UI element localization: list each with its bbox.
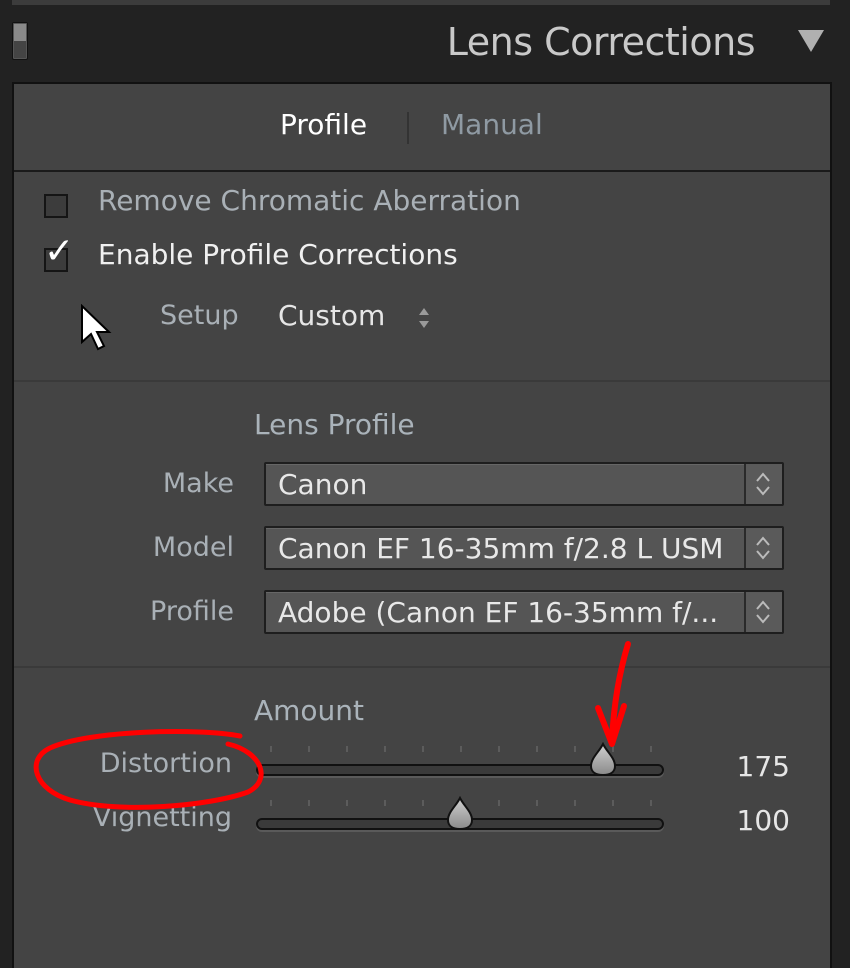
enable-profile-corrections-label[interactable]: Enable Profile Corrections bbox=[98, 238, 458, 271]
model-value: Canon EF 16-35mm f/2.8 L USM bbox=[278, 532, 724, 565]
tab-separator bbox=[407, 112, 409, 144]
enable-profile-corrections-checkbox[interactable]: ✓ bbox=[44, 234, 74, 272]
panel-title[interactable]: Lens Corrections bbox=[447, 20, 756, 64]
profile-value: Adobe (Canon EF 16-35mm f/... bbox=[278, 596, 719, 629]
slider-tick bbox=[498, 800, 500, 806]
slider-tick bbox=[460, 746, 462, 752]
remove-chromatic-aberration-label[interactable]: Remove Chromatic Aberration bbox=[98, 184, 521, 217]
slider-tick bbox=[536, 800, 538, 806]
amount-section: Amount Distortion 175 Vignetting 100 bbox=[14, 668, 830, 968]
profile-updown-icon[interactable] bbox=[744, 592, 782, 632]
amount-heading: Amount bbox=[254, 694, 365, 727]
remove-chromatic-aberration-checkbox[interactable] bbox=[44, 194, 68, 218]
slider-tick bbox=[536, 746, 538, 752]
profile-options-section: Remove Chromatic Aberration ✓ Enable Pro… bbox=[14, 172, 830, 382]
slider-tick bbox=[650, 800, 652, 806]
slider-tick bbox=[612, 800, 614, 806]
vignetting-label: Vignetting bbox=[92, 802, 232, 833]
slider-tick bbox=[422, 746, 424, 752]
tab-bar: Profile Manual bbox=[14, 84, 830, 172]
slider-tick bbox=[498, 746, 500, 752]
setup-updown-icon[interactable] bbox=[416, 304, 432, 332]
make-label: Make bbox=[162, 468, 234, 499]
slider-tick bbox=[308, 746, 310, 752]
lens-profile-heading: Lens Profile bbox=[254, 408, 415, 441]
setup-label: Setup bbox=[160, 300, 239, 331]
triangle-down-icon[interactable] bbox=[798, 30, 824, 52]
top-divider bbox=[12, 0, 830, 5]
model-updown-icon[interactable] bbox=[744, 528, 782, 568]
slider-tick bbox=[346, 746, 348, 752]
make-value: Canon bbox=[278, 468, 368, 501]
slider-tick bbox=[422, 800, 424, 806]
distortion-value[interactable]: 175 bbox=[737, 750, 790, 783]
top-bar bbox=[0, 0, 850, 8]
distortion-label: Distortion bbox=[99, 748, 232, 779]
model-select[interactable]: Canon EF 16-35mm f/2.8 L USM bbox=[264, 526, 784, 570]
make-select[interactable]: Canon bbox=[264, 462, 784, 506]
slider-tick bbox=[346, 800, 348, 806]
lens-profile-section: Lens Profile Make Canon Model Canon EF 1… bbox=[14, 382, 830, 668]
slider-thumb[interactable] bbox=[589, 742, 617, 776]
tab-profile[interactable]: Profile bbox=[280, 108, 367, 141]
mouse-cursor-icon bbox=[81, 304, 112, 351]
panel-toggle-icon[interactable] bbox=[12, 22, 28, 60]
slider-tick bbox=[574, 746, 576, 752]
slider-tick bbox=[270, 746, 272, 752]
model-label: Model bbox=[152, 532, 234, 563]
checkmark-icon: ✓ bbox=[44, 231, 75, 272]
profile-label: Profile bbox=[150, 596, 234, 627]
slider-tick bbox=[384, 746, 386, 752]
distortion-slider[interactable] bbox=[256, 742, 664, 776]
vignetting-value[interactable]: 100 bbox=[737, 804, 790, 837]
tab-manual[interactable]: Manual bbox=[441, 108, 543, 141]
lens-corrections-panel: Profile Manual Remove Chromatic Aberrati… bbox=[12, 82, 832, 968]
slider-tick bbox=[574, 800, 576, 806]
slider-thumb[interactable] bbox=[446, 796, 474, 830]
slider-tick bbox=[650, 746, 652, 752]
setup-value[interactable]: Custom bbox=[278, 299, 385, 332]
vignetting-slider[interactable] bbox=[256, 796, 664, 830]
slider-tick bbox=[384, 800, 386, 806]
slider-tick bbox=[270, 800, 272, 806]
make-updown-icon[interactable] bbox=[744, 464, 782, 504]
profile-select[interactable]: Adobe (Canon EF 16-35mm f/... bbox=[264, 590, 784, 634]
slider-tick bbox=[308, 800, 310, 806]
